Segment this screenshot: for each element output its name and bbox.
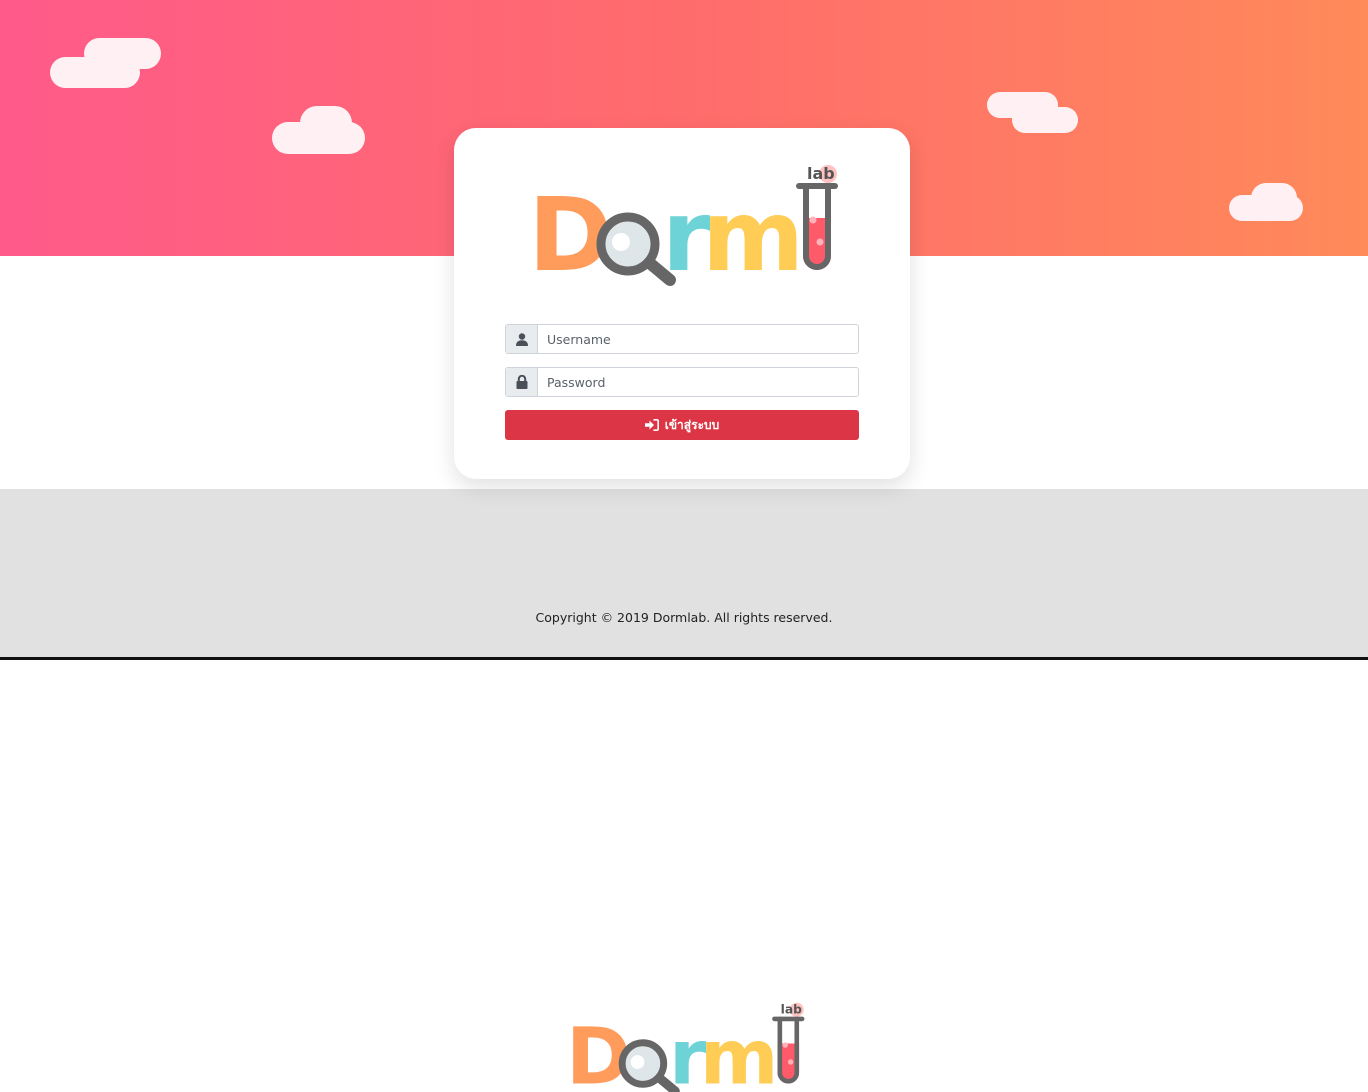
username-field-group: [505, 324, 859, 354]
login-card: Drmlab เข้าสู่ระบบ: [454, 128, 910, 479]
magnifier-icon: [618, 1039, 680, 1092]
cloud-icon: [987, 92, 1079, 134]
login-button[interactable]: เข้าสู่ระบบ: [505, 410, 859, 440]
logo-letter-m: m: [702, 180, 804, 294]
test-tube-icon: [796, 183, 838, 270]
cloud-icon: [1229, 183, 1304, 221]
logo-letter-m: m: [700, 1014, 779, 1092]
cloud-icon: [272, 106, 366, 154]
username-input[interactable]: [538, 325, 858, 353]
footer: Dr m lab Copyright © 2019 Dormlab. All rig…: [0, 489, 1368, 1092]
user-icon: [506, 325, 538, 353]
logo-letter-d: D: [566, 1011, 631, 1092]
cloud-icon: [50, 38, 162, 90]
lock-icon: [506, 368, 538, 396]
password-field-group: [505, 367, 859, 397]
test-tube-icon: [772, 1016, 805, 1084]
logo-badge-lab: lab: [807, 164, 835, 183]
login-button-label: เข้าสู่ระบบ: [664, 417, 720, 432]
sign-in-icon: [644, 419, 659, 431]
copyright-text: Copyright © 2019 Dormlab. All rights res…: [535, 610, 833, 625]
password-input[interactable]: [538, 368, 858, 396]
magnifier-icon: [596, 212, 676, 286]
footer-logo: Drmlab: [566, 1003, 805, 1092]
dormlab-logo: Drmlab: [528, 164, 838, 295]
logo-badge-lab: lab: [781, 1003, 803, 1017]
